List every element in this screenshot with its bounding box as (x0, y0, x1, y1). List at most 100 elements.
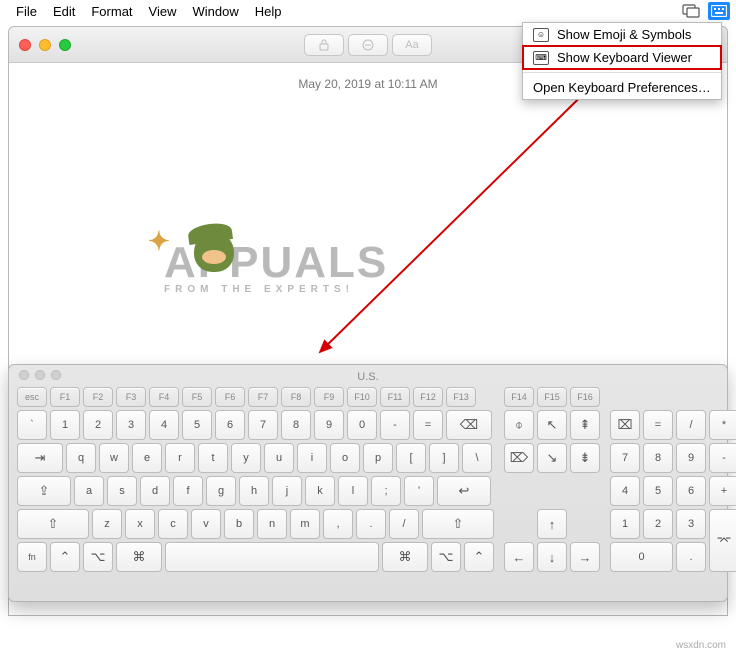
key-k[interactable]: k (305, 476, 335, 506)
key-s[interactable]: s (107, 476, 137, 506)
key-f12[interactable]: F12 (413, 387, 443, 407)
lock-button[interactable] (304, 34, 344, 56)
key-command-right[interactable]: ⌘ (382, 542, 428, 572)
key-esc[interactable]: esc (17, 387, 47, 407)
key-pageup[interactable]: ⇞ (570, 410, 600, 440)
key-v[interactable]: v (191, 509, 221, 539)
key-j[interactable]: j (272, 476, 302, 506)
key-backspace[interactable]: ⌫ (446, 410, 492, 440)
key-np-multiply[interactable]: * (709, 410, 736, 440)
key-t[interactable]: t (198, 443, 228, 473)
key-0[interactable]: 0 (347, 410, 377, 440)
key-q[interactable]: q (66, 443, 96, 473)
key-x[interactable]: x (125, 509, 155, 539)
key-tab[interactable]: ⇥ (17, 443, 63, 473)
menu-format[interactable]: Format (83, 2, 140, 21)
minimize-button[interactable] (39, 39, 51, 51)
key-2[interactable]: 2 (83, 410, 113, 440)
key-control-left[interactable]: ⌃ (50, 542, 80, 572)
kv-close-button[interactable] (19, 370, 29, 380)
key-z[interactable]: z (92, 509, 122, 539)
key-np-enter[interactable]: ⌤ (709, 509, 736, 572)
key-end[interactable]: ↘ (537, 443, 567, 473)
key-np-3[interactable]: 3 (676, 509, 706, 539)
key-np-1[interactable]: 1 (610, 509, 640, 539)
menu-show-keyboard-viewer[interactable]: ⌨ Show Keyboard Viewer (523, 46, 721, 69)
key-period[interactable]: . (356, 509, 386, 539)
key-a[interactable]: a (74, 476, 104, 506)
menu-edit[interactable]: Edit (45, 2, 83, 21)
list-button[interactable] (348, 34, 388, 56)
kv-zoom-button[interactable] (51, 370, 61, 380)
key-shift-right[interactable]: ⇧ (422, 509, 494, 539)
key-c[interactable]: c (158, 509, 188, 539)
key-comma[interactable]: , (323, 509, 353, 539)
key-f14[interactable]: F14 (504, 387, 534, 407)
key-np-5[interactable]: 5 (643, 476, 673, 506)
key-up[interactable]: ↑ (537, 509, 567, 539)
key-option-right[interactable]: ⌥ (431, 542, 461, 572)
key-right[interactable]: → (570, 542, 600, 572)
key-np-0[interactable]: 0 (610, 542, 673, 572)
key-pagedown[interactable]: ⇟ (570, 443, 600, 473)
key-6[interactable]: 6 (215, 410, 245, 440)
key-f11[interactable]: F11 (380, 387, 410, 407)
key-np-minus[interactable]: - (709, 443, 736, 473)
key-np-9[interactable]: 9 (676, 443, 706, 473)
key-rbracket[interactable]: ] (429, 443, 459, 473)
key-h[interactable]: h (239, 476, 269, 506)
key-np-8[interactable]: 8 (643, 443, 673, 473)
key-home[interactable]: ↖ (537, 410, 567, 440)
key-f[interactable]: f (173, 476, 203, 506)
key-np-divide[interactable]: / (676, 410, 706, 440)
key-f7[interactable]: F7 (248, 387, 278, 407)
key-b[interactable]: b (224, 509, 254, 539)
key-i[interactable]: i (297, 443, 327, 473)
key-space[interactable] (165, 542, 379, 572)
key-np-6[interactable]: 6 (676, 476, 706, 506)
key-f3[interactable]: F3 (116, 387, 146, 407)
key-g[interactable]: g (206, 476, 236, 506)
menu-open-keyboard-prefs[interactable]: Open Keyboard Preferences… (523, 76, 721, 99)
key-f5[interactable]: F5 (182, 387, 212, 407)
key-left[interactable]: ← (504, 542, 534, 572)
key-control-right[interactable]: ⌃ (464, 542, 494, 572)
key-4[interactable]: 4 (149, 410, 179, 440)
key-minus[interactable]: - (380, 410, 410, 440)
key-8[interactable]: 8 (281, 410, 311, 440)
key-n[interactable]: n (257, 509, 287, 539)
key-return[interactable]: ↩ (437, 476, 491, 506)
key-np-plus[interactable]: + (709, 476, 736, 506)
key-fn[interactable]: fn (17, 542, 47, 572)
key-np-clear[interactable]: ⌧ (610, 410, 640, 440)
key-backslash[interactable]: \ (462, 443, 492, 473)
key-np-2[interactable]: 2 (643, 509, 673, 539)
key-shift-left[interactable]: ⇧ (17, 509, 89, 539)
key-np-equals[interactable]: = (643, 410, 673, 440)
key-5[interactable]: 5 (182, 410, 212, 440)
key-f2[interactable]: F2 (83, 387, 113, 407)
key-equals[interactable]: = (413, 410, 443, 440)
zoom-button[interactable] (59, 39, 71, 51)
key-9[interactable]: 9 (314, 410, 344, 440)
key-capslock[interactable]: ⇪ (17, 476, 71, 506)
font-button[interactable]: Aa (392, 34, 432, 56)
key-7[interactable]: 7 (248, 410, 278, 440)
key-np-7[interactable]: 7 (610, 443, 640, 473)
key-e[interactable]: e (132, 443, 162, 473)
key-1[interactable]: 1 (50, 410, 80, 440)
key-3[interactable]: 3 (116, 410, 146, 440)
key-u[interactable]: u (264, 443, 294, 473)
key-np-4[interactable]: 4 (610, 476, 640, 506)
key-semicolon[interactable]: ; (371, 476, 401, 506)
key-f6[interactable]: F6 (215, 387, 245, 407)
menu-show-emoji[interactable]: ☺ Show Emoji & Symbols (523, 23, 721, 46)
screen-mirror-icon[interactable] (680, 2, 702, 20)
key-f15[interactable]: F15 (537, 387, 567, 407)
key-f9[interactable]: F9 (314, 387, 344, 407)
key-m[interactable]: m (290, 509, 320, 539)
menu-help[interactable]: Help (247, 2, 290, 21)
kv-minimize-button[interactable] (35, 370, 45, 380)
key-lbracket[interactable]: [ (396, 443, 426, 473)
key-f10[interactable]: F10 (347, 387, 377, 407)
